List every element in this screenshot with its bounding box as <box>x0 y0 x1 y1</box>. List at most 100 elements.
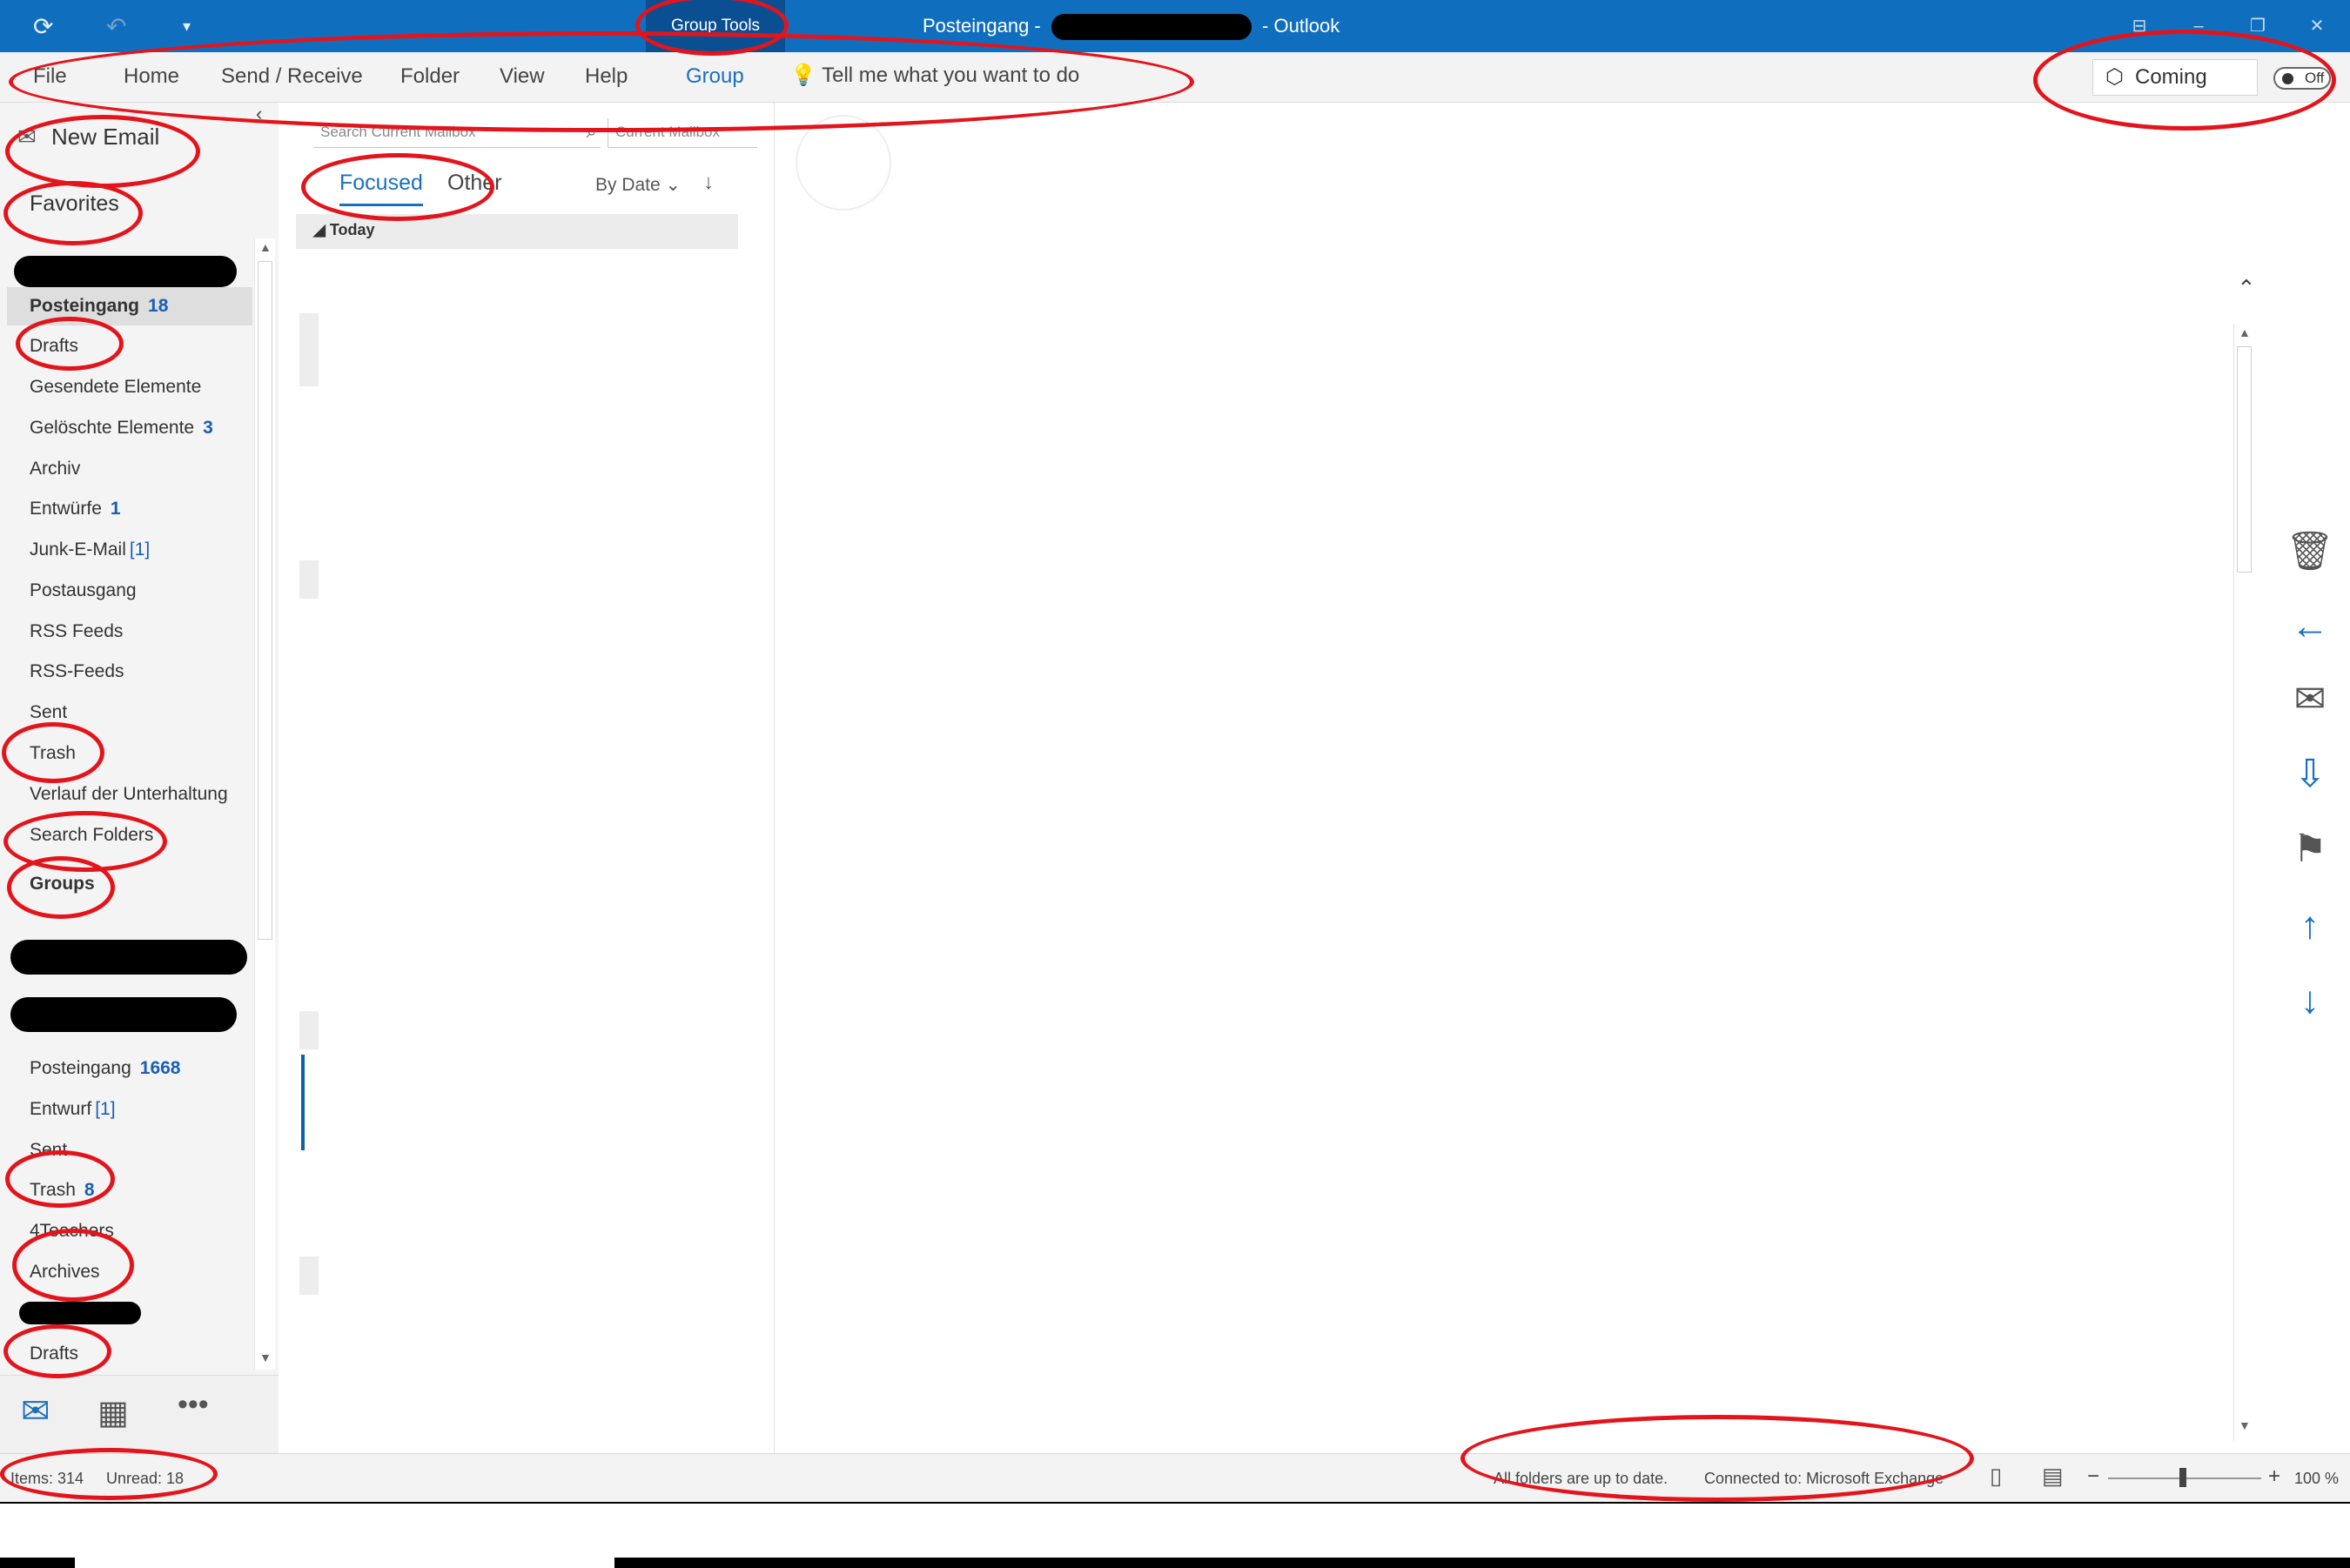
zoom-in-icon[interactable]: + <box>2268 1464 2280 1489</box>
taskbar-strip <box>0 1558 75 1568</box>
zoom-slider-thumb[interactable] <box>2179 1468 2186 1487</box>
unread-count: 1 <box>110 499 121 519</box>
more-apps-icon[interactable]: ••• <box>178 1388 209 1422</box>
scroll-down-icon[interactable]: ▼ <box>259 1350 272 1364</box>
message-group-today[interactable]: ◢ Today <box>296 214 738 249</box>
tell-me-search[interactable]: 💡 Tell me what you want to do <box>790 63 1079 88</box>
folder-item-search-folders[interactable]: Search Folders <box>30 825 153 846</box>
window-title-suffix: - Outlook <box>1262 15 1340 37</box>
reading-pane-scrollbar[interactable]: ▲ ▼ <box>2233 324 2254 1441</box>
folder-label: Posteingang <box>30 296 140 316</box>
delete-icon[interactable]: 🗑 <box>2279 526 2341 578</box>
folder-item-entwuerfe[interactable]: Entwürfe 1 <box>30 499 121 519</box>
folder-pane: ‹ ✉ New Email Favorites Posteingang 18 Dr… <box>0 103 279 1453</box>
unread-count: 1668 <box>139 1058 181 1078</box>
groups-header[interactable]: Groups <box>30 874 95 895</box>
folder-item-junk-e-mail[interactable]: Junk-E-Mail [1] <box>30 539 150 560</box>
scroll-down-icon[interactable]: ▼ <box>2239 1418 2251 1432</box>
close-icon[interactable]: ✕ <box>2298 9 2336 44</box>
collapse-header-icon[interactable]: ⌃ <box>2237 275 2256 302</box>
contextual-tab-group-tools: Group Tools <box>646 0 785 52</box>
zoom-out-icon[interactable]: − <box>2087 1464 2099 1489</box>
folder-label: Entwurf <box>30 1099 92 1119</box>
folder-scrollbar[interactable]: ▲ ▼ <box>254 238 275 1370</box>
group-folder-4teachers[interactable]: 4Teachers <box>30 1221 114 1242</box>
minimize-icon[interactable]: – <box>2179 9 2218 44</box>
group-folder-drafts[interactable]: Drafts <box>30 1344 78 1364</box>
previous-item-arrow-icon[interactable]: ↑ <box>2279 900 2341 952</box>
collapse-pane-icon[interactable]: ‹ <box>256 103 262 125</box>
calendar-nav-icon[interactable]: ▦ <box>97 1393 129 1432</box>
restore-icon[interactable]: ❐ <box>2239 9 2277 44</box>
zoom-level: 100 % <box>2294 1470 2340 1487</box>
flag-icon[interactable]: ⚑ <box>2279 823 2341 875</box>
redaction-mark <box>14 256 237 287</box>
chevron-down-icon: ⌄ <box>665 175 682 195</box>
mail-nav-icon[interactable]: ✉ <box>21 1391 50 1431</box>
message-item-stub[interactable] <box>299 313 319 386</box>
tab-file[interactable]: File <box>33 64 67 89</box>
folder-item-gesendete-elemente[interactable]: Gesendete Elemente <box>30 377 201 398</box>
lightbulb-icon: 💡 <box>790 64 816 87</box>
toggle-knob <box>2282 73 2293 84</box>
tab-group[interactable]: Group <box>686 64 744 89</box>
folder-item-drafts[interactable]: Drafts <box>30 336 78 357</box>
quick-access-dropdown-icon[interactable]: ▾ <box>183 17 191 36</box>
tab-help[interactable]: Help <box>585 64 628 89</box>
folder-item-rss-feeds[interactable]: RSS Feeds <box>30 621 123 642</box>
folder-item-rss-feeds-2[interactable]: RSS-Feeds <box>30 661 124 682</box>
sort-direction-icon[interactable]: ↓ <box>703 171 714 195</box>
taskbar-strip <box>614 1558 2350 1568</box>
scrollbar-thumb[interactable] <box>258 261 272 940</box>
redaction-mark <box>10 940 247 975</box>
tab-other[interactable]: Other <box>447 171 502 196</box>
sync-icon[interactable]: ⟳ <box>33 12 53 41</box>
group-folder-sent[interactable]: Sent <box>30 1140 67 1161</box>
sort-by-dropdown[interactable]: By Date ⌄ <box>595 174 681 196</box>
toggle-label: Off <box>2305 70 2325 86</box>
new-email-button[interactable]: ✉ New Email <box>17 124 159 151</box>
tab-view[interactable]: View <box>500 64 545 89</box>
reading-view-icon[interactable]: ▤ <box>2042 1463 2064 1490</box>
mark-read-envelope-icon[interactable]: ✉ <box>2279 673 2341 726</box>
search-input[interactable]: Search Current Mailbox ⌕ <box>313 118 601 148</box>
favorites-header[interactable]: Favorites <box>30 191 119 217</box>
folder-item-posteingang[interactable]: Posteingang 18 <box>30 296 168 317</box>
folder-item-geloeschte-elemente[interactable]: Gelöschte Elemente 3 <box>30 418 213 439</box>
tab-home[interactable]: Home <box>124 64 179 89</box>
group-folder-trash[interactable]: Trash 8 <box>30 1180 95 1201</box>
folder-item-postausgang[interactable]: Postausgang <box>30 580 137 601</box>
ribbon-display-options-icon[interactable]: ⊟ <box>2120 9 2159 44</box>
scroll-up-icon[interactable]: ▲ <box>259 240 272 254</box>
unread-count: 18 <box>148 296 169 316</box>
message-item-stub[interactable] <box>299 1011 319 1049</box>
folder-item-archiv[interactable]: Archiv <box>30 459 80 479</box>
undo-icon[interactable]: ↶ <box>106 12 126 41</box>
coming-soon-button[interactable]: ⬡ Coming Soon <box>2092 59 2258 124</box>
new-email-label: New Email <box>51 124 160 150</box>
next-item-arrow-icon[interactable]: ↓ <box>2279 975 2341 1027</box>
move-to-folder-icon[interactable]: ⇩ <box>2279 748 2341 801</box>
new-email-icon: ✉ <box>17 124 37 150</box>
search-icon[interactable]: ⌕ <box>587 120 597 143</box>
collapse-triangle-icon: ◢ <box>313 221 330 238</box>
tab-folder[interactable]: Folder <box>400 64 460 89</box>
scroll-up-icon[interactable]: ▲ <box>2239 325 2251 339</box>
selected-message-indicator <box>301 1055 305 1150</box>
status-bar: Items: 314 Unread: 18 All folders are up… <box>0 1453 2350 1502</box>
message-item-stub[interactable] <box>299 1256 319 1295</box>
group-folder-posteingang[interactable]: Posteingang 1668 <box>30 1058 180 1079</box>
search-scope-dropdown[interactable]: Current Mailbox <box>608 118 757 148</box>
folder-item-verlauf-der-unterhaltung[interactable]: Verlauf der Unterhaltung <box>30 784 228 805</box>
folder-item-trash[interactable]: Trash <box>30 743 76 764</box>
group-folder-entwurf[interactable]: Entwurf [1] <box>30 1099 116 1120</box>
tab-send-receive[interactable]: Send / Receive <box>221 64 363 89</box>
coming-soon-toggle[interactable]: Off <box>2273 67 2331 90</box>
reply-arrow-icon[interactable]: ← <box>2279 600 2341 653</box>
message-item-stub[interactable] <box>299 560 319 599</box>
tab-focused[interactable]: Focused <box>339 171 423 196</box>
group-folder-archives[interactable]: Archives <box>30 1262 100 1283</box>
scrollbar-thumb[interactable] <box>2237 346 2252 573</box>
folder-item-sent[interactable]: Sent <box>30 702 67 723</box>
normal-view-icon[interactable]: ▯ <box>1990 1463 2002 1490</box>
